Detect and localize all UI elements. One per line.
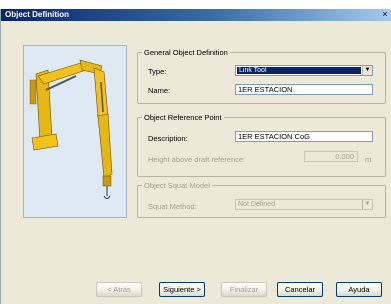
next-button[interactable]: Siguiente > <box>159 282 205 297</box>
type-label: Type: <box>148 67 167 76</box>
general-object-definition-group: General Object Definition <box>137 48 386 104</box>
crane-illustration <box>29 59 113 199</box>
object-reference-point-group: Object Reference Point <box>137 113 386 177</box>
reference-legend: Object Reference Point <box>144 113 222 122</box>
height-unit: m <box>365 155 372 164</box>
name-label: Name: <box>148 86 171 95</box>
general-legend: General Object Definition <box>144 48 228 57</box>
title-bar[interactable]: Object Definition × <box>1 9 391 21</box>
height-label: Height above draft reference: <box>148 155 246 164</box>
squat-method-select: Not Defined ▼ <box>235 199 373 210</box>
description-label: Description: <box>148 134 188 143</box>
finish-button: Finalizar <box>221 282 267 297</box>
height-input: 0.000 <box>304 151 358 162</box>
dialog-window: Object Definition × General Object Defin… <box>0 9 391 304</box>
squat-legend: Object Squat Model <box>144 181 210 190</box>
chevron-down-icon[interactable]: ▼ <box>362 66 372 75</box>
description-input[interactable]: 1ER ESTACION CoG <box>235 131 373 142</box>
squat-method-value: Not Defined <box>238 201 275 208</box>
cancel-button[interactable]: Cancelar <box>277 282 323 297</box>
help-button[interactable]: Ayuda <box>336 282 382 297</box>
crane-image <box>23 45 127 218</box>
window-title: Object Definition <box>5 10 69 19</box>
back-button: < Atrás <box>96 282 142 297</box>
type-select[interactable]: Link Tool ▼ <box>235 65 373 76</box>
chevron-down-icon: ▼ <box>362 200 372 209</box>
type-selected-value: Link Tool <box>237 67 361 74</box>
name-input[interactable]: 1ER ESTACION <box>235 84 373 95</box>
squat-method-label: Squat Method: <box>148 202 197 211</box>
close-icon[interactable]: × <box>380 9 390 20</box>
